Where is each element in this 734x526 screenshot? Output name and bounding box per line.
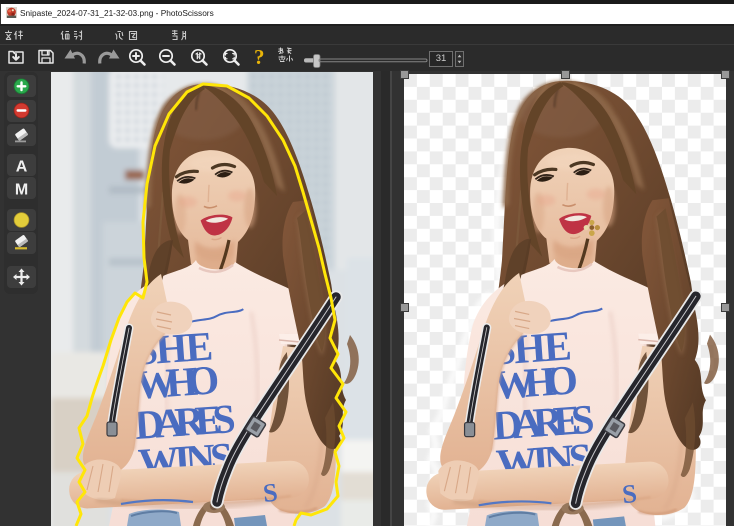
svg-text:A: A	[16, 159, 28, 176]
svg-text:M: M	[15, 182, 28, 199]
svg-text:?: ?	[254, 45, 265, 69]
